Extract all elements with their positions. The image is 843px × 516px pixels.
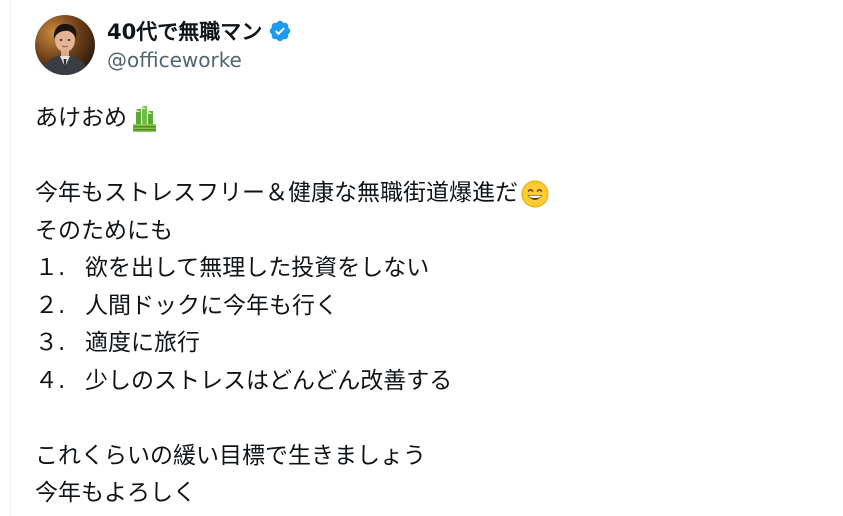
tweet[interactable]: 40代で無職マン @officeworke あけおめ 今年もストレスフリー＆健康… [35,15,825,513]
list-number: ４. [35,367,66,394]
tweet-line: そのためにも [35,213,825,251]
handle[interactable]: @officeworke [107,46,292,74]
tweet-line-text: 今年もよろしく [35,480,196,506]
tweet-line: これくらいの緩い目標で生きましょう [35,438,825,476]
list-item: ２. 人間ドックに今年も行く [35,288,825,326]
list-text: 少しのストレスはどんどん改善する [85,367,453,394]
display-name[interactable]: 40代で無職マン [107,16,262,46]
tweet-line-text: これくらいの緩い目標で生きましょう [35,442,426,469]
list-number: ２. [35,292,66,319]
list-number: １. [35,255,66,281]
profile-photo-icon [35,15,95,75]
timeline-border [10,0,11,516]
tweet-line: あけおめ [35,100,825,138]
tweet-line-text: そのためにも [35,217,173,244]
tweet-text: あけおめ 今年もストレスフリー＆健康な無職街道爆進だ そのためにも １. 欲を出… [35,100,825,513]
grinning-face-icon [521,180,549,208]
name-row: 40代で無職マン [107,16,292,46]
list-text: 適度に旅行 [85,330,200,356]
tweet-line-text: あけおめ [35,105,127,131]
tweet-line: 今年もストレスフリー＆健康な無職街道爆進だ [35,175,825,213]
list-text: 人間ドックに今年も行く [85,292,338,319]
list-item: ３. 適度に旅行 [35,325,825,363]
list-number: ３. [35,330,66,356]
list-text: 欲を出して無理した投資をしない [85,255,430,281]
tweet-line-text: 今年もストレスフリー＆健康な無職街道爆進だ [35,180,518,206]
kadomatsu-icon [133,105,156,132]
verified-badge-icon[interactable] [268,19,292,43]
author-block: 40代で無職マン @officeworke [107,16,292,74]
avatar[interactable] [35,15,95,75]
list-item: ４. 少しのストレスはどんどん改善する [35,363,825,401]
tweet-header: 40代で無職マン @officeworke [35,15,825,75]
tweet-line: 今年もよろしく [35,475,825,513]
list-item: １. 欲を出して無理した投資をしない [35,250,825,288]
